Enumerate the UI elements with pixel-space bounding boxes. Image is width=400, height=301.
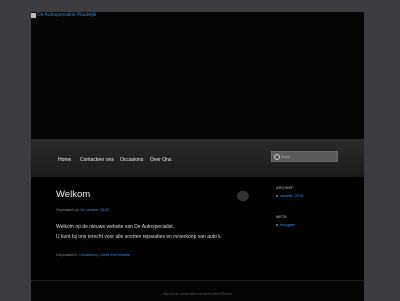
category-link[interactable]: Occasions: [78, 252, 97, 257]
post-paragraph-2: U kunt bij ons terecht voor alle soorten…: [56, 234, 222, 240]
post-meta: Geplaatst op 14 oktober 2015: [56, 207, 109, 212]
post-paragraph-1: Welkom op de nieuwe website van De Autos…: [56, 224, 175, 230]
post-meta-prefix: Geplaatst op: [56, 207, 79, 212]
search-icon: [274, 154, 280, 160]
nav-item-occasions[interactable]: Occasions: [120, 157, 143, 163]
meta-item-label[interactable]: Inloggen: [280, 222, 295, 227]
post-title[interactable]: Welkom: [56, 189, 90, 200]
bullet-icon: [276, 194, 278, 197]
search-placeholder: Zoek: [281, 154, 290, 159]
page-container: De Autospecialist Waalwijk Home Contacte…: [31, 12, 364, 301]
header-image-alt[interactable]: De Autospecialist Waalwijk: [31, 12, 96, 18]
post-footer-meta: Geplaatst in Occasions | Geef een reacti…: [56, 252, 130, 257]
search-input[interactable]: Zoek: [271, 151, 338, 162]
header-image-alt-text: De Autospecialist Waalwijk: [37, 12, 97, 18]
broken-image-icon: [31, 12, 36, 18]
nav-item-contacteer-ons[interactable]: Contacteer ons: [80, 157, 114, 163]
main-content: Welkom Geplaatst op 14 oktober 2015 Welk…: [31, 177, 364, 280]
meta-item[interactable]: Inloggen: [276, 222, 295, 227]
site-footer: Met trots ondersteund door WordPress: [31, 280, 364, 301]
post-date-link[interactable]: 14 oktober 2015: [80, 207, 109, 212]
bullet-icon: [276, 223, 278, 226]
archive-widget-title: ARCHIEF: [276, 185, 294, 190]
meta-widget-title: META: [276, 214, 287, 219]
comment-bubble-icon[interactable]: [237, 191, 249, 202]
footer-credit-link[interactable]: Met trots ondersteund door WordPress: [31, 291, 364, 296]
archive-item[interactable]: oktober 2015: [276, 193, 303, 198]
category-prefix: Geplaatst in: [56, 252, 78, 257]
main-navigation: Home Contacteer ons Occasions Over Ons Z…: [31, 139, 364, 177]
nav-item-over-ons[interactable]: Over Ons: [150, 157, 171, 163]
comment-link[interactable]: Geef een reactie: [100, 252, 130, 257]
header-image[interactable]: De Autospecialist Waalwijk: [31, 12, 364, 139]
nav-item-home[interactable]: Home: [58, 157, 71, 163]
archive-item-label[interactable]: oktober 2015: [280, 193, 303, 198]
